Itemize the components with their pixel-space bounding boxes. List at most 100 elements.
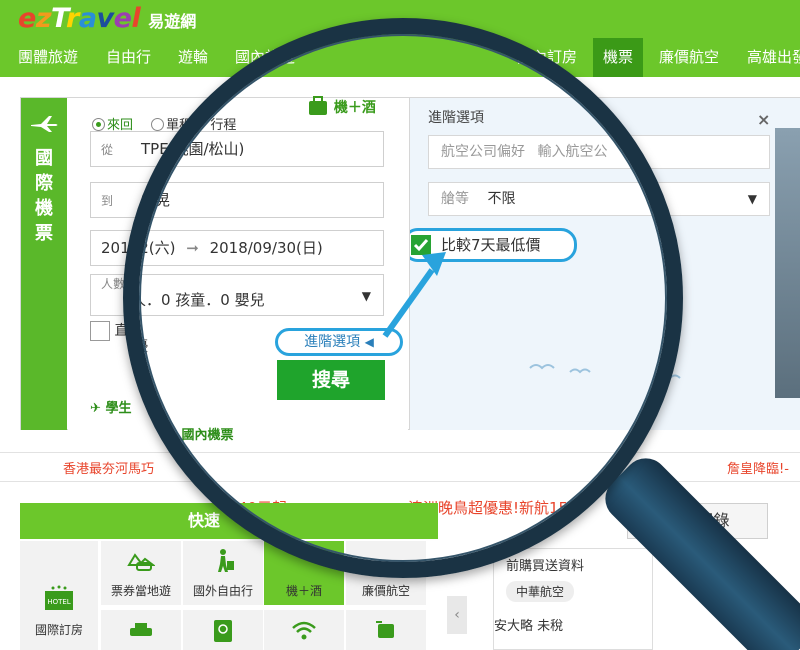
airline-label: 航空公司偏好	[441, 144, 525, 160]
promo-hongkong[interactable]: 香港最夯河馬巧	[63, 458, 154, 477]
hotel-combo-label: 機＋酒	[333, 100, 376, 116]
bus-icon	[127, 553, 155, 571]
taxi-icon	[130, 623, 152, 636]
plane-icon	[31, 116, 58, 132]
chevron-down-icon: ▼	[747, 192, 757, 206]
birds-decoration	[529, 364, 681, 380]
compare-7-days-option[interactable]: 比較7天最低價	[410, 228, 577, 262]
tile-taxi[interactable]	[101, 610, 181, 650]
airline-tag: 中華航空	[506, 581, 575, 602]
nonstop-checkbox[interactable]	[90, 321, 110, 341]
traveler-icon	[218, 549, 234, 572]
nav-item-lcc[interactable]: 廉價航空	[659, 38, 719, 77]
logo-wordmark: ezTravel	[18, 3, 141, 34]
chevron-down-icon: ▼	[361, 289, 371, 303]
passengers-field[interactable]: 人數 人．0 孩童．0 嬰兒 ▼	[90, 274, 384, 316]
cabin-class-select[interactable]: 艙等 不限 ▼	[428, 182, 770, 216]
tile-flight-hotel[interactable]: 機＋酒	[264, 541, 344, 605]
plane-small-icon: ✈	[166, 428, 177, 443]
nav-item-domestic-travel[interactable]: 國內旅遊	[235, 38, 295, 77]
passport-icon	[214, 620, 232, 642]
tile-lcc[interactable]: 廉價航空	[346, 541, 426, 605]
advanced-options-link[interactable]: 進階選項 ◀	[275, 328, 403, 356]
svg-text:HOTEL: HOTEL	[47, 598, 70, 606]
advanced-options-label: 進階選項	[304, 334, 361, 350]
tile-tickets-label: 票券當地遊	[110, 584, 171, 598]
search-button[interactable]: 搜尋	[277, 360, 385, 400]
domestic-flights-link[interactable]: ✈ 國內機票	[166, 424, 233, 443]
tile-lcc-label: 廉價航空	[361, 584, 410, 598]
promo-lebron[interactable]: 詹皇降臨!-	[727, 458, 789, 477]
nonstop-label: 直	[114, 323, 129, 339]
radio-roundtrip-dot[interactable]	[92, 118, 105, 131]
cabin-class-value: 不限	[487, 191, 516, 207]
exchange-icon	[376, 621, 394, 638]
domestic-link-label: 國內機票	[181, 428, 234, 443]
quick-links-header: 快速	[20, 503, 438, 539]
site-header: ezTravel 易遊網 團體旅遊 自由行 遊輪 國內旅遊 國內訂房 機票 廉價…	[0, 0, 800, 77]
deal-title: 安大略 未稅	[494, 619, 564, 634]
passengers-label: 人數	[101, 277, 126, 291]
side-tab-international-flights[interactable]: 國際機票	[21, 98, 67, 430]
flight-search-widget: 國際機票 來回 單程 行程 機＋酒 從 TPE 桃園/松山) 到 SI晃 20182…	[20, 95, 800, 443]
tile-exchange[interactable]	[346, 610, 426, 650]
to-label: 到	[101, 194, 114, 208]
nav-item-flights[interactable]: 機票	[593, 38, 644, 77]
hotel-icon: HOTEL	[45, 585, 73, 610]
search-form: 來回 單程 行程 機＋酒 從 TPE 桃園/松山) 到 SI晃 20182(六) ➞…	[68, 95, 408, 443]
deal-header-right: 事	[705, 559, 719, 574]
arrow-right-icon: ➞	[186, 239, 199, 257]
nav-item-domestic-hotel[interactable]: 國內訂房	[517, 38, 577, 77]
nav-item-group-tours[interactable]: 團體旅遊	[18, 38, 78, 77]
from-label: 從	[101, 143, 114, 157]
to-field[interactable]: 到 SI晃	[90, 182, 384, 218]
date-range-field[interactable]: 20182(六) ➞ 2018/09/30(日)	[90, 230, 384, 266]
flight-hotel-combo-link[interactable]: 機＋酒	[307, 95, 376, 117]
advanced-options-panel: 進階選項 × 航空公司偏好 輸入航空公 艙等 不限 ▼ 比較7天最低價	[409, 98, 800, 430]
nav-item-kaohsiung[interactable]: 高雄出發	[747, 38, 800, 77]
student-link-label: 學生	[105, 401, 132, 416]
circle-arrow-icon: ◀	[364, 335, 374, 349]
nonstop-row: 直	[90, 320, 128, 341]
eztravel-logo[interactable]: ezTravel 易遊網	[18, 3, 196, 35]
carousel-prev-icon[interactable]: ‹	[447, 596, 467, 634]
deal-card[interactable]: 前購買送資料 中華航空 安大略 未稅	[493, 548, 653, 650]
airline-placeholder: 輸入航空公	[537, 144, 608, 160]
nonstop-label-2: 優	[134, 339, 148, 355]
date-end: 2018/09/30(日)	[209, 239, 323, 257]
tile-passport[interactable]	[183, 610, 263, 650]
compare-7-days-label: 比較7天最低價	[441, 236, 541, 254]
checkbox-checked-icon[interactable]	[411, 235, 431, 255]
date-start-rest: 2(六)	[139, 239, 176, 257]
tile-tickets[interactable]: 票券當地遊	[101, 541, 181, 605]
tile-free-travel[interactable]: 國外自由行	[183, 541, 263, 605]
hotel-tile-label: 國際訂房	[34, 623, 83, 637]
from-field[interactable]: 從 TPE 桃園/松山)	[90, 131, 384, 167]
tile-free-travel-label: 國外自由行	[192, 584, 253, 598]
main-nav: 團體旅遊 自由行 遊輪 國內旅遊 國內訂房 機票 廉價航空 高雄出發	[0, 38, 800, 77]
hotel-tile[interactable]: HOTEL 國際訂房	[20, 541, 98, 650]
tile-flight-hotel-label: 機＋酒	[285, 584, 322, 598]
nav-item-free-travel[interactable]: 自由行	[106, 38, 151, 77]
cabin-class-label: 艙等	[441, 191, 469, 207]
promo-strip: 香港最夯河馬巧 詹皇降臨!-	[0, 452, 800, 482]
tile-wifi[interactable]	[264, 610, 344, 650]
suitcase-icon	[309, 96, 327, 115]
deal-header: 前購買送資料	[506, 559, 585, 574]
airline-preference-field[interactable]: 航空公司偏好 輸入航空公	[428, 135, 770, 169]
passengers-value: 人．0 孩童．0 嬰兒	[131, 291, 265, 309]
city-photo	[775, 128, 800, 398]
to-value: SI晃	[141, 191, 170, 209]
close-icon[interactable]: ×	[757, 110, 770, 129]
side-tab-label: 國際機票	[21, 146, 67, 246]
nav-item-cruise[interactable]: 遊輪	[178, 38, 208, 77]
search-history-tab[interactable]: 搜尋紀錄	[627, 503, 768, 539]
logo-cjk-text: 易遊網	[148, 12, 197, 31]
from-value: TPE 桃園/松山)	[141, 140, 245, 158]
advanced-title: 進階選項	[428, 110, 484, 126]
date-start: 2018	[101, 239, 140, 257]
wifi-icon	[292, 621, 316, 640]
student-flights-link[interactable]: ✈ 學生	[90, 397, 131, 416]
side-tab-text: 國際機票	[35, 148, 53, 244]
radio-oneway-dot[interactable]	[151, 118, 165, 131]
